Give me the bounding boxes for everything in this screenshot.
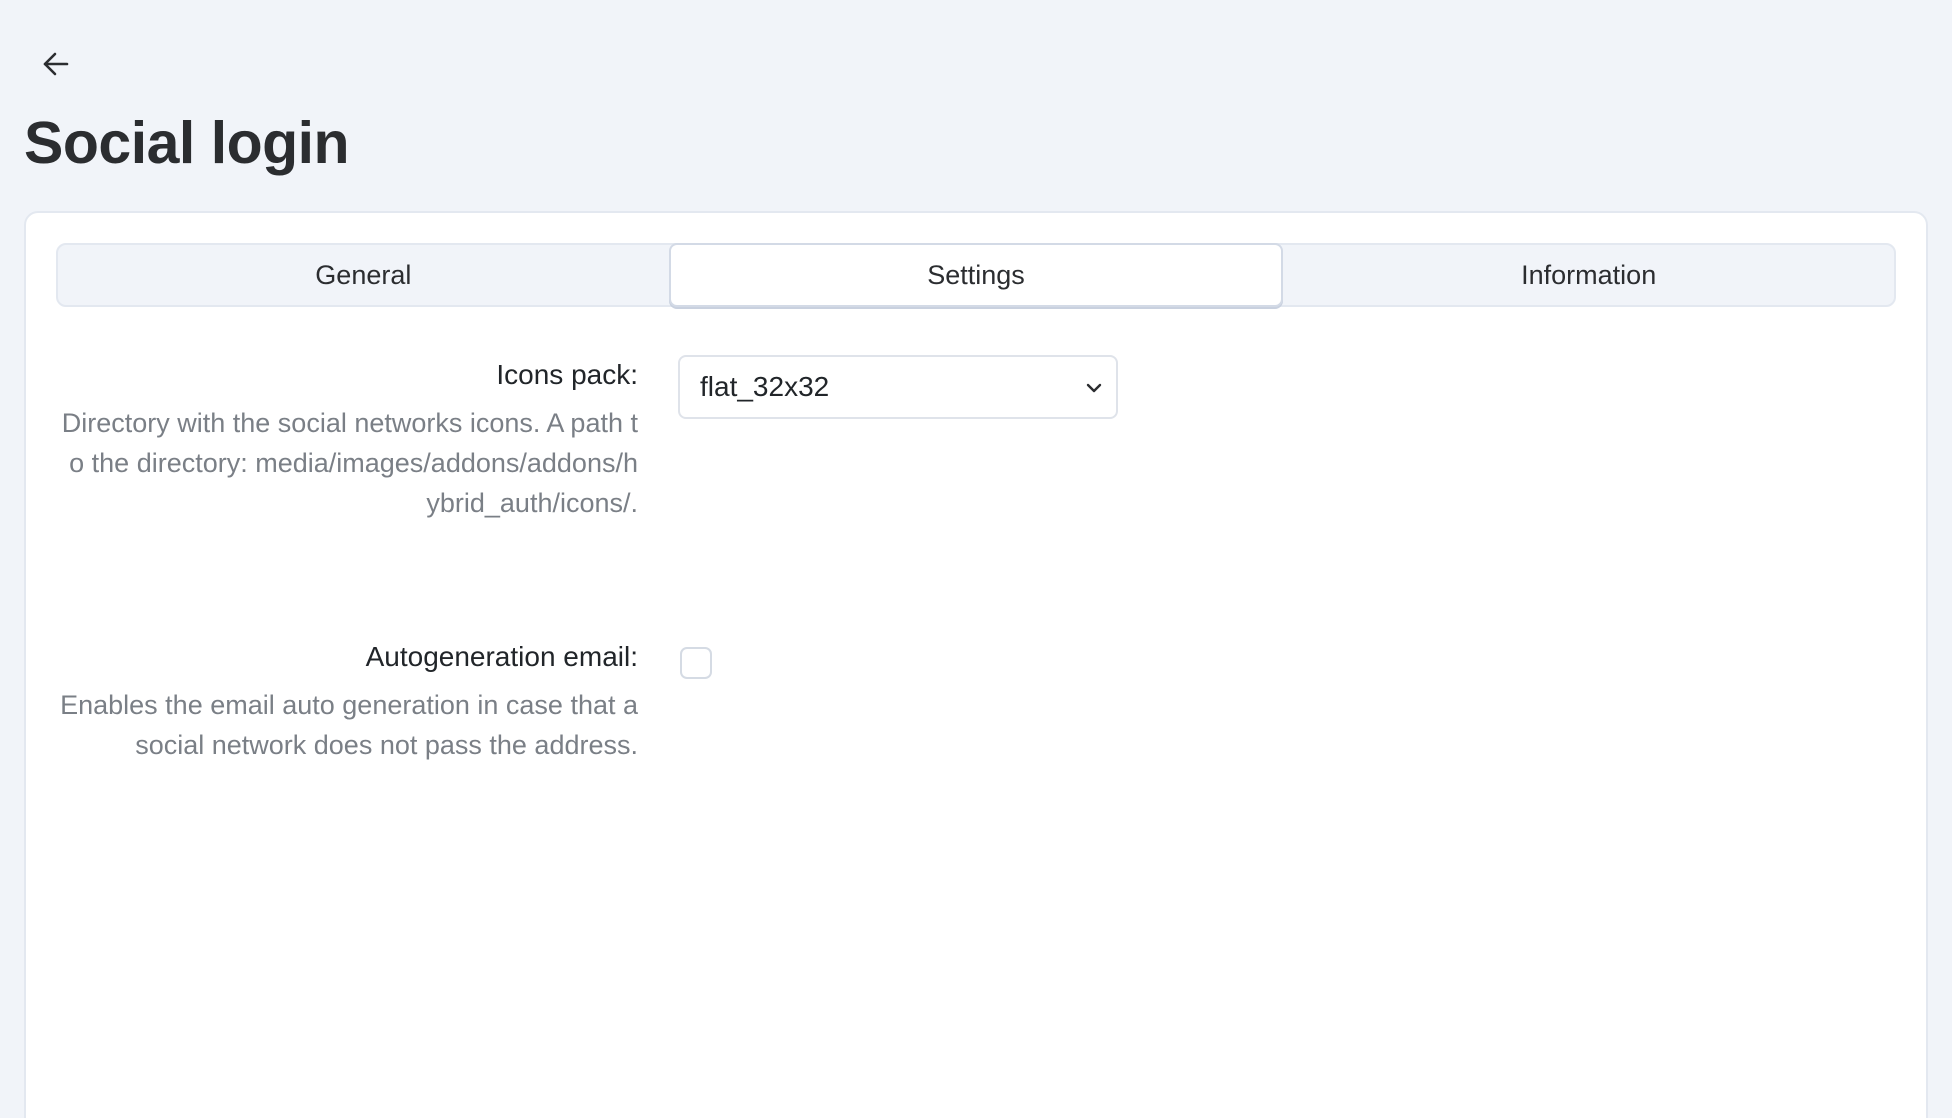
icons-pack-help: Directory with the social networks icons…: [61, 408, 638, 518]
autogeneration-email-checkbox[interactable]: [680, 647, 712, 679]
back-button[interactable]: [30, 44, 82, 88]
tab-bar: General Settings Information: [56, 243, 1896, 307]
autogeneration-email-label-group: Autogeneration email: Enables the email …: [56, 637, 638, 765]
icons-pack-select[interactable]: flat_32x32: [678, 355, 1118, 419]
autogeneration-email-help: Enables the email auto generation in cas…: [60, 690, 638, 760]
autogeneration-email-label: Autogeneration email:: [365, 641, 638, 672]
autogeneration-email-row: Autogeneration email: Enables the email …: [56, 637, 1896, 837]
settings-card: General Settings Information Icons pack:…: [24, 211, 1928, 1118]
chevron-down-icon: [1082, 375, 1106, 399]
page-title: Social login: [24, 110, 350, 176]
arrow-left-icon: [40, 48, 72, 85]
tab-settings[interactable]: Settings: [668, 243, 1284, 307]
icons-pack-selected-value: flat_32x32: [700, 371, 830, 402]
icons-pack-label-group: Icons pack: Directory with the social ne…: [56, 355, 638, 523]
icons-pack-row: Icons pack: Directory with the social ne…: [56, 355, 1896, 595]
icons-pack-control: flat_32x32: [678, 355, 1118, 419]
tab-general[interactable]: General: [58, 245, 669, 305]
tab-information[interactable]: Information: [1283, 245, 1894, 305]
icons-pack-label: Icons pack:: [496, 359, 638, 390]
autogeneration-email-control: [678, 637, 712, 679]
